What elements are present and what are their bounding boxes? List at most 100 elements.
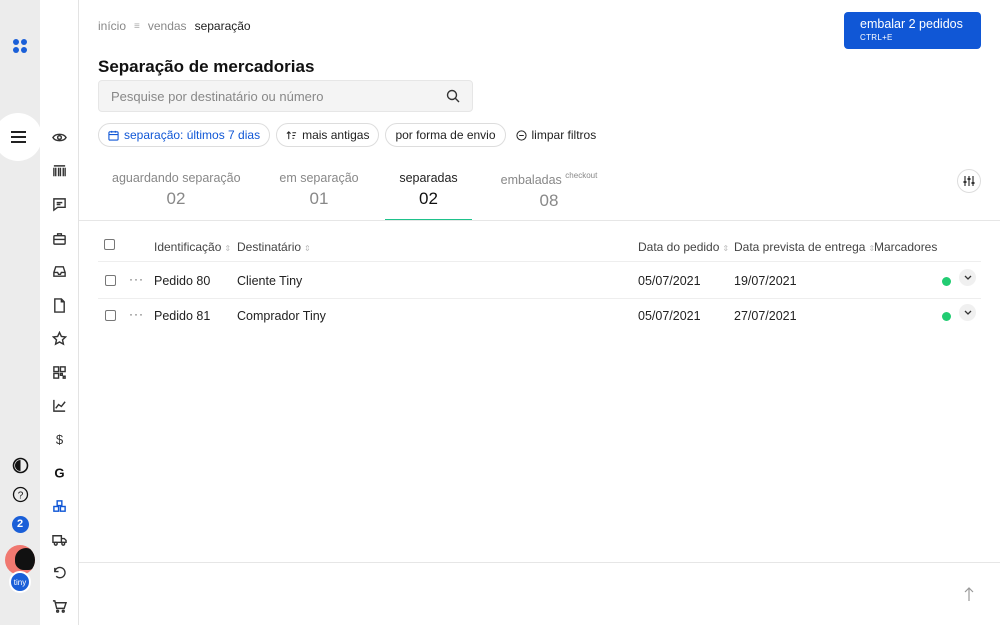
row-divider xyxy=(98,261,981,262)
column-header-delivery-date[interactable]: Data prevista de entrega ⇕ xyxy=(734,240,875,254)
nav-star-icon[interactable] xyxy=(50,329,69,348)
row-id[interactable]: Pedido 80 xyxy=(154,274,210,288)
scroll-top-icon[interactable] xyxy=(962,586,976,602)
page-title: Separação de mercadorias xyxy=(98,57,315,76)
row-recipient: Cliente Tiny xyxy=(237,274,303,288)
breadcrumb-current: separação xyxy=(194,19,251,33)
tiny-brand-icon[interactable]: tiny xyxy=(9,571,31,593)
row-order-date: 05/07/2021 xyxy=(638,309,701,323)
select-all-checkbox[interactable] xyxy=(104,239,115,250)
tab-count: 02 xyxy=(419,189,438,208)
tab-label: separadas xyxy=(399,171,458,185)
notifications-badge[interactable]: 2 xyxy=(10,514,30,534)
row-delivery-date: 19/07/2021 xyxy=(734,274,797,288)
pack-orders-button[interactable]: embalar 2 pedidos CTRL+E xyxy=(844,12,981,49)
svg-text:$: $ xyxy=(56,432,64,447)
search-box xyxy=(98,80,473,112)
tabs-divider xyxy=(79,220,1000,221)
breadcrumb: início ≡ vendas separação xyxy=(98,19,251,33)
column-settings-button[interactable] xyxy=(957,169,981,193)
tab-count: 02 xyxy=(166,189,186,208)
column-header-id[interactable]: Identificação ⇕ xyxy=(154,240,231,254)
contrast-icon[interactable] xyxy=(10,455,30,475)
app-logo-icon[interactable] xyxy=(12,38,28,54)
row-checkbox[interactable] xyxy=(105,310,116,321)
nav-google-icon[interactable]: G xyxy=(50,463,69,482)
pack-orders-label: embalar 2 pedidos xyxy=(860,17,963,31)
nav-dollar-icon[interactable]: $ xyxy=(50,430,69,449)
minus-circle-icon xyxy=(515,129,527,141)
chevron-down-icon xyxy=(964,310,971,315)
tab-label: em separação xyxy=(279,171,359,185)
nav-chat-icon[interactable] xyxy=(50,195,69,214)
nav-undo-icon[interactable] xyxy=(50,563,69,582)
shipping-filter-label: por forma de envio xyxy=(395,128,496,142)
module-nav: $ G xyxy=(40,0,79,625)
sort-arrows-icon: ⇕ xyxy=(304,244,311,253)
column-header-recipient[interactable]: Destinatário ⇕ xyxy=(237,240,311,254)
clear-filters-button[interactable]: limpar filtros xyxy=(512,123,601,147)
search-icon[interactable] xyxy=(446,89,460,103)
row-checkbox[interactable] xyxy=(105,275,116,286)
svg-text:G: G xyxy=(54,466,64,480)
tab-packed[interactable]: embaladas checkout 08 xyxy=(498,171,600,221)
tab-label-wrap: embaladas checkout xyxy=(498,171,600,187)
tab-in-progress[interactable]: em separação 01 xyxy=(278,171,360,221)
chevron-down-icon xyxy=(964,275,971,280)
expand-row-button[interactable] xyxy=(959,269,976,286)
sort-filter-chip[interactable]: mais antigas xyxy=(276,123,380,147)
column-header-label: Destinatário xyxy=(237,240,302,254)
row-id[interactable]: Pedido 81 xyxy=(154,309,210,323)
clear-filters-label: limpar filtros xyxy=(531,128,597,142)
nav-qrcode-icon[interactable] xyxy=(50,363,69,382)
breadcrumb-home[interactable]: início xyxy=(98,19,126,33)
app-rail: ? 2 tiny xyxy=(0,0,42,625)
more-options-icon[interactable]: ··· xyxy=(129,272,144,286)
sort-arrows-icon: ⇕ xyxy=(224,244,232,253)
nav-barcode-icon[interactable] xyxy=(50,162,69,181)
shipping-filter-chip[interactable]: por forma de envio xyxy=(385,123,506,147)
menu-toggle-button[interactable] xyxy=(0,113,42,161)
svg-text:?: ? xyxy=(17,490,23,501)
help-icon[interactable]: ? xyxy=(10,484,30,504)
hamburger-icon xyxy=(10,136,26,138)
tab-label: embaladas xyxy=(500,173,562,187)
nav-briefcase-icon[interactable] xyxy=(50,229,69,248)
sort-arrows-icon: ⇕ xyxy=(722,244,730,253)
more-options-icon[interactable]: ··· xyxy=(129,307,144,321)
filter-bar: separação: últimos 7 dias mais antigas p… xyxy=(98,123,600,147)
expand-row-button[interactable] xyxy=(959,304,976,321)
row-recipient: Comprador Tiny xyxy=(237,309,326,323)
nav-boxes-icon[interactable] xyxy=(50,497,69,516)
tab-count: 01 xyxy=(309,189,329,208)
tab-awaiting[interactable]: aguardando separação 02 xyxy=(112,171,241,221)
notification-count: 2 xyxy=(11,515,29,533)
pack-orders-shortcut: CTRL+E xyxy=(860,33,893,42)
nav-chart-icon[interactable] xyxy=(50,396,69,415)
column-header-label: Data do pedido xyxy=(638,240,720,254)
tab-count: 08 xyxy=(539,191,559,210)
nav-cart-icon[interactable] xyxy=(50,597,69,616)
column-header-label: Marcadores xyxy=(874,240,938,254)
breadcrumb-section[interactable]: vendas xyxy=(148,19,187,33)
sliders-icon xyxy=(963,176,975,186)
tab-separated[interactable]: separadas 02 xyxy=(385,171,472,221)
nav-truck-icon[interactable] xyxy=(50,530,69,549)
column-header-markers: Marcadores xyxy=(874,240,937,254)
status-dot xyxy=(942,312,951,321)
period-filter-label: separação: últimos 7 dias xyxy=(124,128,261,142)
nav-eye-icon[interactable] xyxy=(50,128,69,147)
search-input[interactable] xyxy=(99,81,429,111)
column-header-label: Identificação xyxy=(154,240,222,254)
column-header-label: Data prevista de entrega xyxy=(734,240,866,254)
column-header-order-date[interactable]: Data do pedido ⇕ xyxy=(638,240,729,254)
nav-document-icon[interactable] xyxy=(50,296,69,315)
tab-label: aguardando separação xyxy=(112,171,241,185)
status-dot xyxy=(942,277,951,286)
footer-divider xyxy=(79,562,1000,563)
nav-inbox-icon[interactable] xyxy=(50,262,69,281)
breadcrumb-separator-icon: ≡ xyxy=(134,20,140,32)
period-filter-chip[interactable]: separação: últimos 7 dias xyxy=(98,123,271,147)
row-order-date: 05/07/2021 xyxy=(638,274,701,288)
sort-icon xyxy=(286,130,297,139)
